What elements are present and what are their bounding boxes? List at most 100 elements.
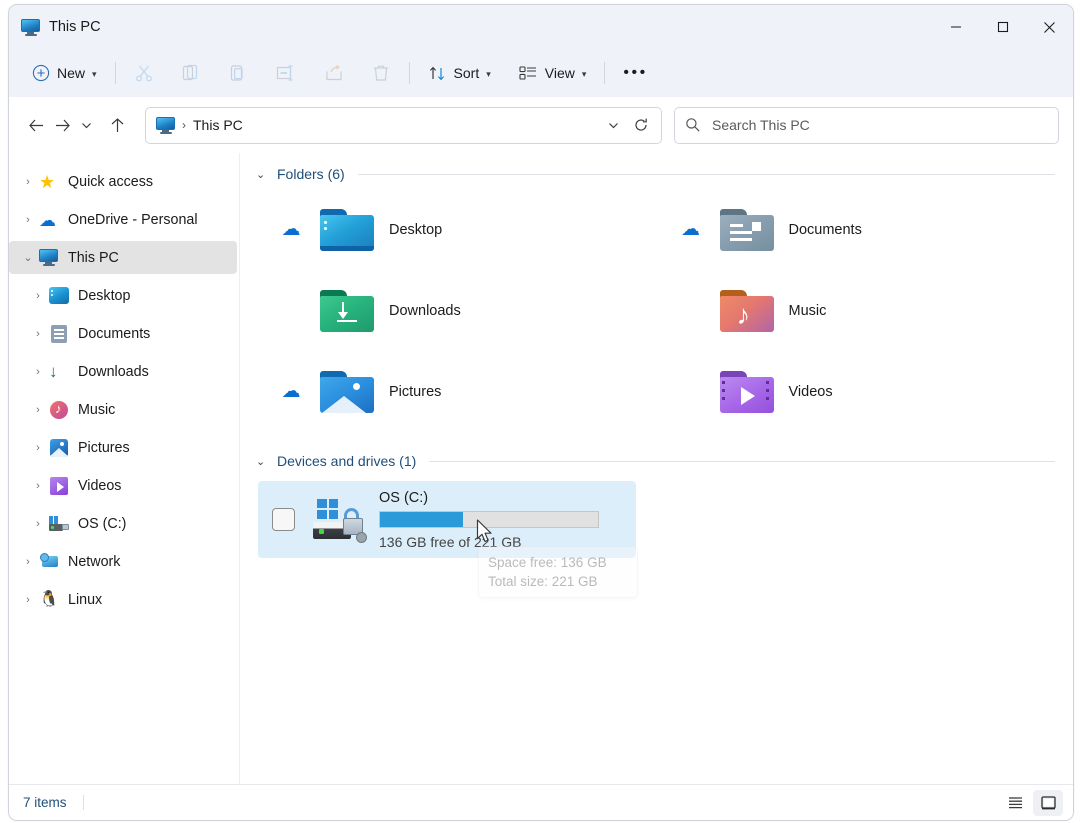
sidebar-item-pictures[interactable]: › Pictures: [9, 431, 237, 464]
group-title: Folders (6): [277, 166, 345, 182]
chevron-down-icon: ▾: [486, 68, 491, 79]
folder-item-label: Music: [788, 302, 827, 319]
chevron-right-icon[interactable]: ›: [27, 290, 49, 302]
chevron-right-icon[interactable]: ›: [27, 404, 49, 416]
large-icons-view-button[interactable]: [1033, 789, 1063, 816]
view-mode-buttons: [1000, 789, 1063, 816]
sidebar-item-network[interactable]: › Network: [9, 545, 237, 578]
sort-button[interactable]: Sort ▾: [419, 56, 500, 90]
drive-name-label: OS (C:): [379, 489, 429, 506]
chevron-right-icon[interactable]: ›: [27, 442, 49, 454]
chevron-down-icon[interactable]: ⌄: [17, 251, 39, 264]
command-bar: New ▾ Sort ▾ View ▾ •••: [9, 49, 1073, 97]
breadcrumb-current[interactable]: This PC: [193, 117, 243, 133]
chevron-right-icon[interactable]: ›: [17, 594, 39, 606]
navigation-pane: › ★ Quick access › ☁ OneDrive - Personal…: [9, 153, 240, 784]
devices-group-header[interactable]: ⌄ Devices and drives (1): [254, 446, 1057, 476]
sidebar-item-desktop[interactable]: › Desktop: [9, 279, 237, 312]
folder-item-music[interactable]: ♪ Music: [658, 270, 1058, 351]
window-title: This PC: [49, 19, 101, 35]
back-button[interactable]: [23, 108, 50, 142]
onedrive-cloud-icon: ☁: [39, 210, 56, 230]
paste-button[interactable]: [219, 56, 257, 90]
trash-icon: [373, 65, 388, 81]
share-button[interactable]: [315, 56, 353, 90]
music-folder-icon: [49, 400, 69, 420]
sidebar-item-label: Network: [68, 553, 121, 570]
chevron-right-icon[interactable]: ›: [27, 328, 49, 340]
sidebar-item-videos[interactable]: › Videos: [9, 469, 237, 502]
linux-penguin-icon: 🐧: [39, 590, 59, 608]
sidebar-item-label: Documents: [78, 325, 151, 342]
copy-button[interactable]: [172, 56, 210, 90]
title-bar: This PC: [9, 5, 1073, 49]
chevron-down-icon: ▾: [581, 68, 587, 79]
sidebar-item-documents[interactable]: › Documents: [9, 317, 237, 350]
folder-item-videos[interactable]: Videos: [658, 351, 1058, 432]
cut-button[interactable]: [125, 56, 163, 90]
toolbar-divider-2: [408, 62, 410, 84]
cloud-status-icon: ☁: [281, 381, 301, 402]
sidebar-item-this-pc[interactable]: ⌄ This PC: [9, 241, 237, 274]
delete-button[interactable]: [362, 56, 400, 90]
drive-select-checkbox[interactable]: [272, 508, 295, 531]
chevron-right-icon[interactable]: ›: [27, 480, 49, 492]
maximize-button[interactable]: [979, 5, 1026, 49]
folder-item-pictures[interactable]: ☁ Pictures: [258, 351, 658, 432]
folder-item-desktop[interactable]: ☁ Desktop: [258, 189, 658, 270]
rename-button[interactable]: [266, 56, 306, 90]
folder-item-documents[interactable]: ☁ Documents: [658, 189, 1058, 270]
folder-item-downloads[interactable]: Downloads: [258, 270, 658, 351]
sidebar-item-downloads[interactable]: › ↓ Downloads: [9, 355, 237, 388]
share-icon: [325, 64, 342, 81]
sidebar-item-label: Music: [78, 401, 116, 418]
copy-icon: [182, 64, 197, 81]
details-view-button[interactable]: [1000, 790, 1030, 816]
chevron-right-icon[interactable]: ›: [17, 214, 39, 226]
sidebar-item-label: Downloads: [78, 363, 149, 380]
search-input[interactable]: Search This PC: [712, 117, 810, 133]
breadcrumb[interactable]: › This PC: [156, 116, 599, 134]
star-icon: ★: [39, 171, 56, 192]
address-bar[interactable]: › This PC: [145, 106, 662, 144]
chevron-right-icon[interactable]: ›: [17, 176, 39, 188]
ellipsis-icon: •••: [623, 64, 648, 81]
folders-group-header[interactable]: ⌄ Folders (6): [254, 159, 1057, 189]
tooltip-space-free: Space free: 136 GB: [488, 555, 607, 570]
sidebar-item-music[interactable]: › Music: [9, 393, 237, 426]
mouse-cursor: [476, 519, 492, 543]
sidebar-item-label: Videos: [78, 477, 122, 494]
sidebar-item-onedrive[interactable]: › ☁ OneDrive - Personal: [9, 203, 237, 236]
cloud-status-icon: ☁: [281, 219, 301, 240]
folder-item-label: Videos: [788, 383, 833, 400]
close-button[interactable]: [1026, 5, 1073, 49]
chevron-down-icon[interactable]: ⌄: [256, 168, 268, 181]
group-divider: [357, 173, 1055, 175]
sidebar-item-label: Linux: [68, 591, 103, 608]
chevron-right-icon[interactable]: ›: [27, 366, 49, 378]
sidebar-item-os-c[interactable]: › OS (C:): [9, 507, 237, 540]
recent-locations-button[interactable]: [76, 108, 96, 142]
refresh-button[interactable]: [627, 111, 655, 140]
chevron-down-icon[interactable]: ⌄: [256, 455, 268, 468]
minimize-button[interactable]: [932, 5, 979, 49]
new-button[interactable]: New ▾: [23, 56, 106, 90]
chevron-right-icon[interactable]: ›: [27, 518, 49, 530]
address-dropdown-button[interactable]: [599, 111, 627, 140]
videos-folder-icon: [718, 365, 776, 419]
forward-button[interactable]: [50, 108, 77, 142]
sidebar-item-linux[interactable]: › 🐧 Linux: [9, 583, 237, 616]
item-count-label: 7 items: [23, 795, 67, 810]
view-button[interactable]: View ▾: [509, 56, 596, 90]
large-icon-square-icon: [1040, 795, 1056, 809]
drive-capacity-bar-fill: [380, 511, 463, 527]
desktop-folder-icon: [318, 203, 376, 257]
new-button-label: New: [57, 65, 86, 81]
up-button[interactable]: [104, 108, 131, 142]
search-box[interactable]: Search This PC: [674, 106, 1059, 144]
drive-icon: [309, 495, 371, 545]
sidebar-item-quick-access[interactable]: › ★ Quick access: [9, 165, 237, 198]
chevron-right-icon[interactable]: ›: [17, 556, 39, 568]
window-controls: [932, 5, 1073, 49]
see-more-button[interactable]: •••: [614, 56, 656, 90]
